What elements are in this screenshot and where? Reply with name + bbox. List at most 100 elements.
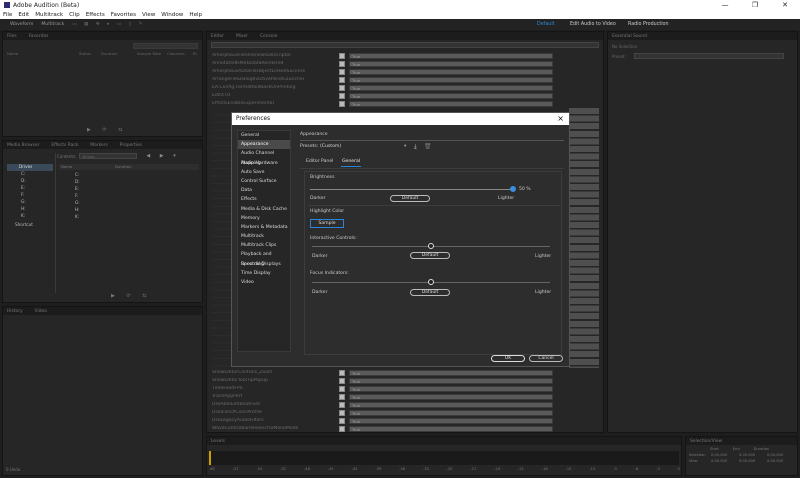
tree-item-k[interactable]: K:	[7, 213, 53, 220]
pref-value[interactable]: True	[349, 68, 553, 75]
focus-default-button[interactable]: Default	[410, 289, 450, 296]
pref-checkbox[interactable]	[339, 425, 345, 432]
col-bits[interactable]: Bi	[193, 51, 197, 56]
list-item[interactable]: F:	[65, 193, 80, 200]
tab-editor-panel[interactable]: Editor Panel	[306, 159, 333, 164]
pref-value[interactable]: True	[349, 52, 553, 59]
menu-clip[interactable]: Clip	[69, 12, 80, 18]
tab-console[interactable]: Console	[260, 34, 277, 39]
category-multitrack-clips[interactable]: Multitrack Clips	[238, 241, 290, 250]
levels-title[interactable]: Levels	[211, 439, 225, 444]
tree-item-c[interactable]: C:	[7, 171, 53, 178]
dialog-close-icon[interactable]: ×	[557, 114, 564, 123]
tab-video[interactable]: Video	[35, 309, 47, 314]
media-nav-icons[interactable]: ◀ ▶ ▾	[146, 153, 179, 159]
category-media-disk-cache[interactable]: Media & Disk Cache	[238, 205, 290, 214]
category-effects[interactable]: Effects	[238, 195, 290, 204]
col-sample-rate[interactable]: Sample Rate	[137, 51, 167, 56]
view-end-value[interactable]: 0:00.000	[739, 459, 763, 463]
tab-general[interactable]: General	[342, 159, 360, 164]
tab-effects-rack[interactable]: Effects Rack	[51, 143, 78, 148]
tree-item-d[interactable]: D:	[7, 178, 53, 185]
brightness-default-button[interactable]: Default	[390, 195, 430, 202]
tree-item-drives[interactable]: Drives	[7, 164, 53, 171]
pref-checkbox[interactable]	[339, 52, 345, 59]
category-auto-save[interactable]: Auto Save	[238, 168, 290, 177]
tab-history[interactable]: History	[7, 309, 23, 314]
sel-end-value[interactable]: 0:00.000	[739, 453, 763, 457]
pref-value[interactable]: True	[349, 84, 553, 91]
highlight-sample-swatch[interactable]: Sample	[310, 219, 344, 228]
category-control-surface[interactable]: Control Surface	[238, 177, 290, 186]
brightness-slider-knob[interactable]	[510, 186, 516, 192]
workspace-edit-audio-to-video[interactable]: Edit Audio to Video	[570, 22, 616, 27]
contents-dropdown[interactable]: Drives	[79, 153, 138, 159]
pref-value[interactable]: True	[349, 425, 553, 432]
list-col-duration[interactable]: Duration	[115, 164, 132, 170]
ok-button[interactable]: OK	[491, 355, 525, 362]
category-audio-channel-mapping[interactable]: Audio Channel Mapping	[238, 149, 290, 165]
tree-item-e[interactable]: E:	[7, 185, 53, 192]
pref-checkbox[interactable]	[339, 84, 345, 91]
list-item[interactable]: E:	[65, 186, 80, 193]
preset-dropdown[interactable]	[634, 53, 784, 59]
tree-item-h[interactable]: H:	[7, 206, 53, 213]
pref-value[interactable]: True	[349, 409, 553, 416]
menu-multitrack[interactable]: Multitrack	[35, 12, 63, 18]
pref-checkbox[interactable]	[339, 369, 345, 376]
pref-value[interactable]: True	[349, 92, 553, 99]
tab-mixer[interactable]: Mixer	[236, 34, 248, 39]
list-item[interactable]: D:	[65, 179, 80, 186]
view-duration-value[interactable]: 0:00.000	[767, 459, 783, 463]
pref-checkbox[interactable]	[339, 92, 345, 99]
workspace-default[interactable]: Default	[537, 22, 555, 27]
waveform-button[interactable]: Waveform	[6, 22, 37, 27]
pref-value[interactable]: True	[349, 60, 553, 67]
pref-checkbox[interactable]	[339, 76, 345, 83]
pref-value[interactable]: True	[349, 76, 553, 83]
console-input[interactable]	[211, 42, 599, 48]
pref-value[interactable]: True	[349, 417, 553, 424]
presets-dropdown[interactable]: (Custom)	[320, 144, 408, 149]
workspace-radio-production[interactable]: Radio Production	[628, 22, 669, 27]
menu-effects[interactable]: Effects	[86, 12, 105, 18]
minimize-button[interactable]: —	[710, 0, 740, 10]
menu-favorites[interactable]: Favorites	[111, 12, 136, 18]
presets-dropdown-chevron-icon[interactable]: ▾	[404, 144, 406, 149]
tree-item-f[interactable]: F:	[7, 192, 53, 199]
tab-editor[interactable]: Editor	[211, 34, 224, 39]
tree-item-g[interactable]: G:	[7, 199, 53, 206]
category-time-display[interactable]: Time Display	[238, 269, 290, 278]
category-multitrack[interactable]: Multitrack	[238, 232, 290, 241]
pref-value[interactable]: True	[349, 401, 553, 408]
menu-edit[interactable]: Edit	[18, 12, 29, 18]
interactive-default-button[interactable]: Default	[410, 252, 450, 259]
pref-checkbox[interactable]	[339, 401, 345, 408]
maximize-button[interactable]: ❐	[740, 0, 770, 10]
menu-window[interactable]: Window	[161, 12, 183, 18]
col-duration[interactable]: Duration	[101, 51, 137, 56]
pref-checkbox[interactable]	[339, 393, 345, 400]
pref-value[interactable]: True	[349, 369, 553, 376]
category-video[interactable]: Video	[238, 278, 290, 287]
close-window-button[interactable]: ✕	[770, 0, 800, 10]
interactive-slider-knob[interactable]	[428, 243, 434, 249]
media-footer-controls[interactable]: ▶ ⟳ ⇆	[111, 293, 151, 299]
list-item[interactable]: H:	[65, 207, 80, 214]
tab-favorites[interactable]: Favorites	[29, 34, 49, 39]
col-channels[interactable]: Channels	[167, 51, 193, 56]
category-audio-hardware[interactable]: Audio Hardware	[238, 159, 290, 168]
category-data[interactable]: Data	[238, 186, 290, 195]
menu-file[interactable]: File	[3, 12, 12, 18]
tab-properties[interactable]: Properties	[120, 143, 142, 148]
pref-checkbox[interactable]	[339, 100, 345, 107]
cancel-button[interactable]: Cancel	[529, 355, 563, 362]
menu-help[interactable]: Help	[189, 12, 202, 18]
category-appearance[interactable]: Appearance	[238, 140, 290, 150]
pref-value[interactable]: True	[349, 393, 553, 400]
category-memory[interactable]: Memory	[238, 214, 290, 223]
col-status[interactable]: Status	[79, 51, 101, 56]
pref-checkbox[interactable]	[339, 377, 345, 384]
list-col-name[interactable]: Name	[59, 164, 115, 170]
category-playback-recording[interactable]: Playback and Recording	[238, 250, 290, 266]
